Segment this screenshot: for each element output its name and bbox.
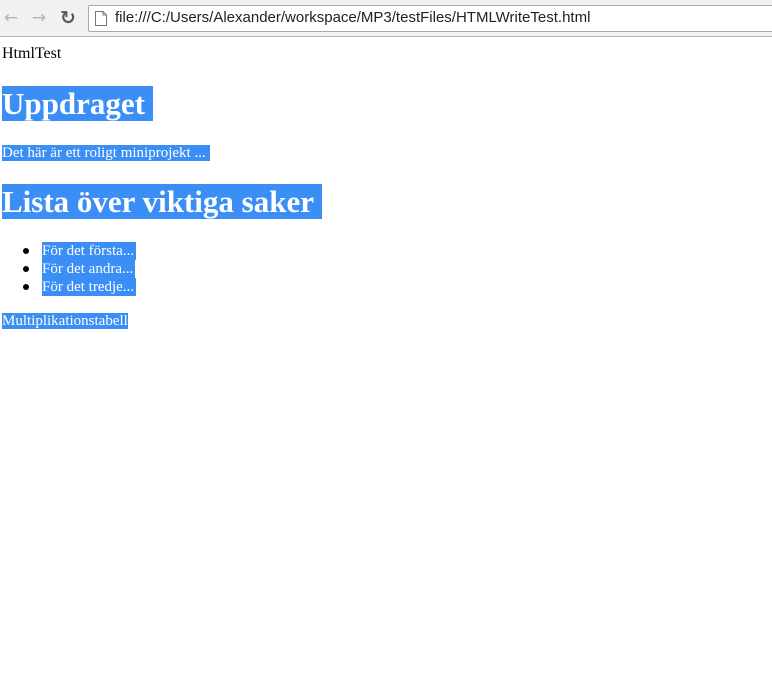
page-icon: [95, 11, 107, 26]
reload-icon[interactable]: ↻: [58, 8, 78, 28]
intro-paragraph: Det här är ett roligt miniprojekt ...: [2, 145, 210, 161]
bullet-icon: [23, 266, 29, 272]
browser-toolbar: ← → ↻ file:///C:/Users/Alexander/workspa…: [0, 0, 772, 37]
multiplication-table-paragraph: Multiplikationstabell: [2, 313, 128, 329]
forward-arrow-icon[interactable]: →: [29, 8, 49, 28]
list-item-text: För det andra...: [42, 260, 136, 278]
bullet-icon: [23, 248, 29, 254]
list-item-text: För det tredje...: [42, 278, 137, 296]
address-bar-url[interactable]: file:///C:/Users/Alexander/workspace/MP3…: [115, 9, 590, 26]
address-bar[interactable]: file:///C:/Users/Alexander/workspace/MP3…: [88, 5, 772, 32]
list-item-text: För det första...: [42, 242, 137, 260]
page-title-text: HtmlTest: [2, 45, 62, 62]
heading-list: Lista över viktiga saker: [2, 184, 322, 219]
bullet-icon: [23, 284, 29, 290]
heading-uppdraget: Uppdraget: [2, 86, 153, 121]
page-content: HtmlTest Uppdraget Det här är ett roligt…: [0, 37, 772, 684]
back-arrow-icon[interactable]: ←: [1, 8, 21, 28]
